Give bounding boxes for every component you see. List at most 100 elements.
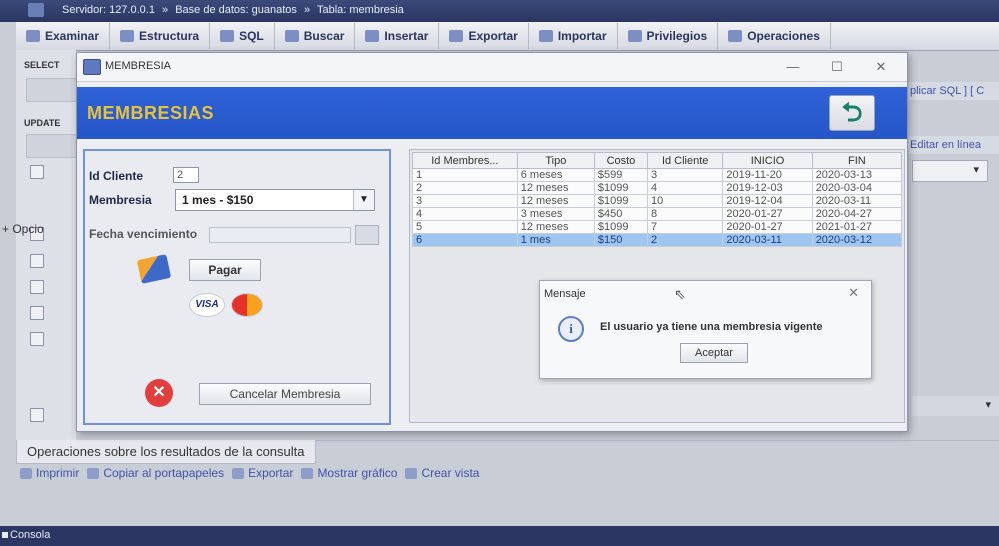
row-checkbox[interactable]: [30, 165, 44, 179]
visa-logo-icon: VISA: [189, 293, 225, 317]
create-view-link[interactable]: Crear vista: [405, 466, 479, 480]
table-cell: 2: [646, 233, 724, 247]
message-dialog: Mensaje ⇖ ✕ i El usuario ya tiene una me…: [539, 280, 872, 379]
table-row-selected[interactable]: 61 mes $150 2 2020-03-11 2020-03-12: [412, 233, 903, 247]
breadcrumb-table[interactable]: Tabla: membresia: [317, 4, 404, 16]
membresia-selected: 1 mes - $150: [182, 193, 254, 207]
console-bar[interactable]: Consola: [0, 526, 999, 546]
table-cell: 2020-03-12: [811, 233, 903, 247]
tab-estructura[interactable]: Estructura: [110, 23, 211, 49]
mastercard-logo-icon: [231, 293, 263, 317]
maximize-button[interactable]: ☐: [823, 57, 851, 77]
tab-label: Exportar: [468, 29, 518, 43]
tab-operaciones[interactable]: Operaciones: [718, 23, 831, 49]
structure-icon: [120, 30, 135, 42]
table-cell: 2: [412, 181, 518, 195]
with-selected-select[interactable]: [912, 396, 999, 416]
id-cliente-field[interactable]: 2: [173, 167, 199, 183]
app-icon: [83, 59, 101, 75]
header-banner: MEMBRESIAS ⮌: [77, 87, 907, 139]
membresia-select[interactable]: 1 mes - $150 ▼: [175, 189, 375, 211]
tab-importar[interactable]: Importar: [529, 23, 618, 49]
tab-privilegios[interactable]: Privilegios: [618, 23, 719, 49]
row-checkbox[interactable]: [30, 254, 44, 268]
wrench-icon: [728, 30, 743, 42]
column-header[interactable]: Id Cliente: [646, 152, 724, 169]
window-titlebar[interactable]: MEMBRESIA — ☐ ✕: [77, 53, 907, 82]
table-cell: 2020-03-04: [811, 181, 903, 195]
chevron-down-icon: ▼: [353, 190, 374, 210]
column-header[interactable]: Tipo: [516, 152, 595, 169]
membresias-table: Id Membres... Tipo Costo Id Cliente INIC…: [412, 152, 903, 247]
tab-examinar[interactable]: Examinar: [16, 23, 111, 49]
browser-breadcrumb-bar: Servidor: 127.0.0.1 » Base de datos: gua…: [0, 0, 999, 22]
tab-label: Estructura: [139, 29, 200, 43]
view-icon: [405, 467, 418, 479]
tab-buscar[interactable]: Buscar: [275, 23, 356, 49]
cancelar-membresia-button[interactable]: Cancelar Membresia: [199, 383, 371, 405]
table-row[interactable]: 2 12 meses $1099 4 2019-12-03 2020-03-04: [412, 181, 903, 195]
window-title: MEMBRESIA: [105, 60, 172, 72]
table-cell: 7: [646, 220, 724, 234]
options-toggle[interactable]: + Opcio: [2, 222, 44, 236]
tab-insertar[interactable]: Insertar: [355, 23, 440, 49]
table-cell: 6: [412, 233, 518, 247]
table-cell: 2020-03-11: [811, 194, 903, 208]
server-icon: [28, 3, 44, 17]
minimize-button[interactable]: —: [779, 57, 807, 77]
sql-icon: [220, 30, 235, 42]
table-cell: 3 meses: [516, 207, 595, 221]
privileges-icon: [627, 30, 642, 42]
close-button[interactable]: ✕: [867, 57, 895, 77]
back-button[interactable]: ⮌: [829, 95, 875, 131]
table-cell: 2020-01-27: [722, 207, 813, 221]
insert-icon: [365, 30, 380, 42]
table-row[interactable]: 16 meses $599 3 2019-11-20 2020-03-13: [412, 168, 903, 182]
export-link[interactable]: Exportar: [232, 466, 293, 480]
column-header[interactable]: Id Membres...: [412, 152, 518, 169]
rows-select[interactable]: [912, 160, 988, 182]
table-row[interactable]: 3 12 meses $1099 10 2019-12-04 2020-03-11: [412, 194, 903, 208]
dialog-message: El usuario ya tiene una membresia vigent…: [600, 321, 823, 333]
membresia-label: Membresia: [89, 193, 152, 207]
table-cell: 1: [412, 168, 518, 182]
breadcrumb: Servidor: 127.0.0.1 » Base de datos: gua…: [62, 4, 408, 16]
chart-link[interactable]: Mostrar gráfico: [301, 466, 397, 480]
pma-side-area: SELECT UPDATE: [16, 50, 78, 460]
row-checkbox[interactable]: [30, 306, 44, 320]
aceptar-button[interactable]: Aceptar: [680, 343, 748, 363]
copy-link[interactable]: Copiar al portapapeles: [87, 466, 224, 480]
console-label: Consola: [10, 529, 51, 541]
breadcrumb-database[interactable]: Base de datos: guanatos: [175, 4, 297, 16]
print-link[interactable]: Imprimir: [20, 466, 79, 480]
column-header[interactable]: Costo: [593, 152, 648, 169]
table-cell: 2019-11-20: [722, 168, 813, 182]
tab-label: Insertar: [384, 29, 429, 43]
row-checkbox[interactable]: [30, 408, 44, 422]
id-cliente-label: Id Cliente: [89, 169, 144, 183]
breadcrumb-server[interactable]: Servidor: 127.0.0.1: [62, 4, 155, 16]
tab-label: Examinar: [45, 29, 100, 43]
tab-label: Importar: [557, 29, 607, 43]
table-cell: 4: [646, 181, 724, 195]
pma-tab-bar: Examinar Estructura SQL Buscar Insertar …: [16, 22, 999, 51]
pagar-button[interactable]: Pagar: [189, 259, 261, 281]
row-checkbox[interactable]: [30, 280, 44, 294]
table-cell: 1 mes: [516, 233, 595, 247]
table-cell: 2020-03-13: [811, 168, 903, 182]
calendar-button[interactable]: [355, 225, 379, 245]
column-header[interactable]: FIN: [811, 152, 903, 169]
table-cell: 2021-01-27: [811, 220, 903, 234]
dialog-close-button[interactable]: ✕: [848, 285, 859, 301]
column-header[interactable]: INICIO: [722, 152, 813, 169]
edit-inline-link[interactable]: Editar en línea: [906, 136, 999, 154]
row-checkbox[interactable]: [30, 332, 44, 346]
info-icon: i: [558, 316, 584, 342]
tab-label: Privilegios: [646, 29, 708, 43]
table-row[interactable]: 5 12 meses $1099 7 2020-01-27 2021-01-27: [412, 220, 903, 234]
tab-exportar[interactable]: Exportar: [439, 23, 529, 49]
tab-sql[interactable]: SQL: [210, 23, 275, 49]
page-title: MEMBRESIAS: [87, 103, 215, 123]
sql-link[interactable]: plicar SQL ] [ C: [906, 82, 999, 100]
table-row[interactable]: 43 meses $450 8 2020-01-27 2020-04-27: [412, 207, 903, 221]
